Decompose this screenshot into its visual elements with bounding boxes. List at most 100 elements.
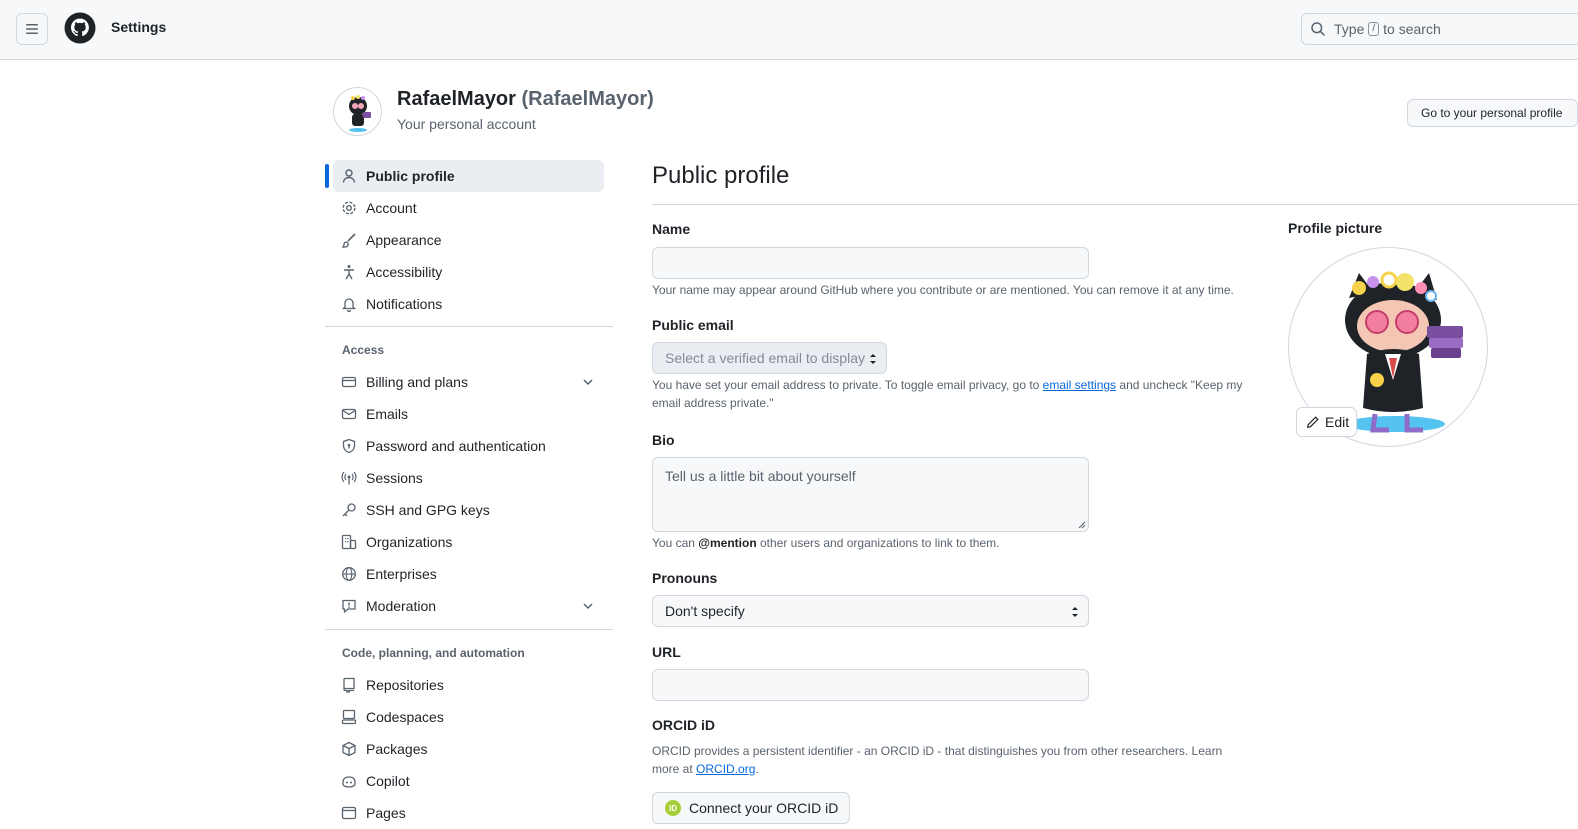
orcid-note: ORCID provides a persistent identifier -… xyxy=(652,742,1252,778)
sidebar-heading-access: Access xyxy=(342,343,385,357)
octocat-avatar-icon xyxy=(349,95,371,132)
sidebar-item-accessibility[interactable]: Accessibility xyxy=(333,256,604,288)
title-divider xyxy=(652,204,1578,205)
sidebar-item-label: Password and authentication xyxy=(366,438,546,454)
package-icon xyxy=(342,741,356,757)
chevron-down-icon[interactable] xyxy=(580,598,596,614)
account-name: RafaelMayor (RafaelMayor) xyxy=(397,88,654,111)
sidebar-item-label: Account xyxy=(366,200,417,216)
accessibility-icon xyxy=(344,265,354,280)
sidebar-item-notifications[interactable]: Notifications xyxy=(333,288,604,320)
public-email-placeholder: Select a verified email to display xyxy=(665,350,865,366)
sidebar-item-sessions[interactable]: Sessions xyxy=(333,462,604,494)
bell-icon xyxy=(341,298,357,312)
sidebar-item-public-profile[interactable]: Public profile xyxy=(333,160,604,192)
search-suffix: to search xyxy=(1383,21,1441,37)
menu-button[interactable] xyxy=(16,13,48,45)
account-avatar xyxy=(333,87,382,136)
email-settings-link[interactable]: email settings xyxy=(1043,378,1116,392)
sidebar-item-label: Moderation xyxy=(366,598,437,614)
copilot-icon xyxy=(342,776,356,788)
public-email-select[interactable]: Select a verified email to display xyxy=(652,342,887,374)
sidebar-item-label: Packages xyxy=(366,741,428,757)
sidebar-item-codespaces[interactable]: Codespaces xyxy=(333,701,604,733)
url-field[interactable] xyxy=(652,669,1089,701)
connect-orcid-button[interactable]: iD Connect your ORCID iD xyxy=(652,792,850,824)
sidebar-item-ssh-keys[interactable]: SSH and GPG keys xyxy=(333,494,604,526)
sidebar-item-organizations[interactable]: Organizations xyxy=(333,526,604,558)
page-title: Settings xyxy=(111,19,167,35)
sidebar-item-appearance[interactable]: Appearance xyxy=(333,224,604,256)
shield-lock-icon xyxy=(342,438,356,454)
organization-icon xyxy=(341,534,357,550)
go-to-profile-button[interactable]: Go to your personal profile xyxy=(1407,99,1578,127)
sidebar-item-label: Pages xyxy=(366,805,406,821)
sidebar-item-packages[interactable]: Packages xyxy=(333,733,604,765)
credit-card-icon xyxy=(341,376,357,388)
account-login: (RafaelMayor) xyxy=(521,88,654,110)
bio-label: Bio xyxy=(652,432,675,448)
search-input[interactable]: Type / to search xyxy=(1301,13,1578,45)
sidebar-item-moderation[interactable]: Moderation xyxy=(333,590,604,622)
top-bar: Settings Type / to search xyxy=(0,0,1578,60)
account-subtitle: Your personal account xyxy=(397,116,536,132)
sidebar-item-repositories[interactable]: Repositories xyxy=(333,669,604,701)
github-logo-icon[interactable] xyxy=(64,12,96,44)
sidebar-heading-code: Code, planning, and automation xyxy=(342,646,525,660)
orcid-label: ORCID iD xyxy=(652,717,715,733)
pronouns-select[interactable]: Don't specify xyxy=(652,595,1089,627)
orcid-note-period: . xyxy=(755,762,759,776)
sidebar-item-billing[interactable]: Billing and plans xyxy=(333,366,604,398)
mail-icon xyxy=(341,408,357,420)
sidebar-divider xyxy=(325,326,613,327)
sidebar-item-enterprises[interactable]: Enterprises xyxy=(333,558,604,590)
edit-label: Edit xyxy=(1325,414,1350,430)
mention-text: @mention xyxy=(698,536,757,550)
sidebar-item-copilot[interactable]: Copilot xyxy=(333,765,604,797)
broadcast-icon xyxy=(341,471,357,485)
sidebar-item-label: SSH and GPG keys xyxy=(366,502,490,518)
sidebar-item-label: Notifications xyxy=(366,296,443,312)
orcid-link[interactable]: ORCID.org xyxy=(696,762,755,776)
profile-picture-label: Profile picture xyxy=(1288,220,1383,236)
sidebar-item-pages[interactable]: Pages xyxy=(333,797,604,829)
name-label: Name xyxy=(652,221,691,237)
pencil-icon xyxy=(1307,416,1319,428)
sidebar-item-account[interactable]: Account xyxy=(333,192,604,224)
active-indicator xyxy=(325,164,329,188)
chevron-down-icon[interactable] xyxy=(580,374,596,390)
bio-note: You can @mention other users and organiz… xyxy=(652,534,1252,552)
sidebar-item-password[interactable]: Password and authentication xyxy=(333,430,604,462)
sidebar-item-label: Repositories xyxy=(366,677,444,693)
sidebar-item-label: Sessions xyxy=(366,470,423,486)
select-arrows-icon xyxy=(1072,607,1078,617)
key-icon xyxy=(342,503,356,517)
public-email-label: Public email xyxy=(652,317,734,333)
edit-profile-picture-button[interactable]: Edit xyxy=(1296,407,1357,437)
search-icon xyxy=(1311,22,1325,36)
paintbrush-icon xyxy=(341,233,356,248)
public-email-note: You have set your email address to priva… xyxy=(652,376,1252,412)
resize-handle-icon[interactable] xyxy=(1078,521,1086,529)
pronouns-value: Don't specify xyxy=(665,603,745,619)
name-field[interactable] xyxy=(652,247,1089,279)
url-label: URL xyxy=(652,644,681,660)
bio-note-text-end: other users and organizations to link to… xyxy=(760,536,1000,550)
bio-note-text: You can xyxy=(652,536,695,550)
account-display-name: RafaelMayor xyxy=(397,88,516,110)
sidebar-item-label: Appearance xyxy=(366,232,442,248)
sidebar-item-label: Enterprises xyxy=(366,566,437,582)
sidebar-item-label: Organizations xyxy=(366,534,453,550)
search-shortcut-key: / xyxy=(1368,22,1380,36)
sidebar-item-emails[interactable]: Emails xyxy=(333,398,604,430)
orcid-icon: iD xyxy=(665,800,681,816)
name-note: Your name may appear around GitHub where… xyxy=(652,283,1234,297)
globe-icon xyxy=(342,567,356,581)
bio-textarea[interactable]: Tell us a little bit about yourself xyxy=(652,457,1089,532)
bio-placeholder: Tell us a little bit about yourself xyxy=(665,468,856,484)
person-icon xyxy=(342,169,356,183)
sidebar-divider xyxy=(325,629,613,630)
connect-orcid-label: Connect your ORCID iD xyxy=(689,800,839,816)
pronouns-label: Pronouns xyxy=(652,570,718,586)
sidebar-item-label: Codespaces xyxy=(366,709,444,725)
